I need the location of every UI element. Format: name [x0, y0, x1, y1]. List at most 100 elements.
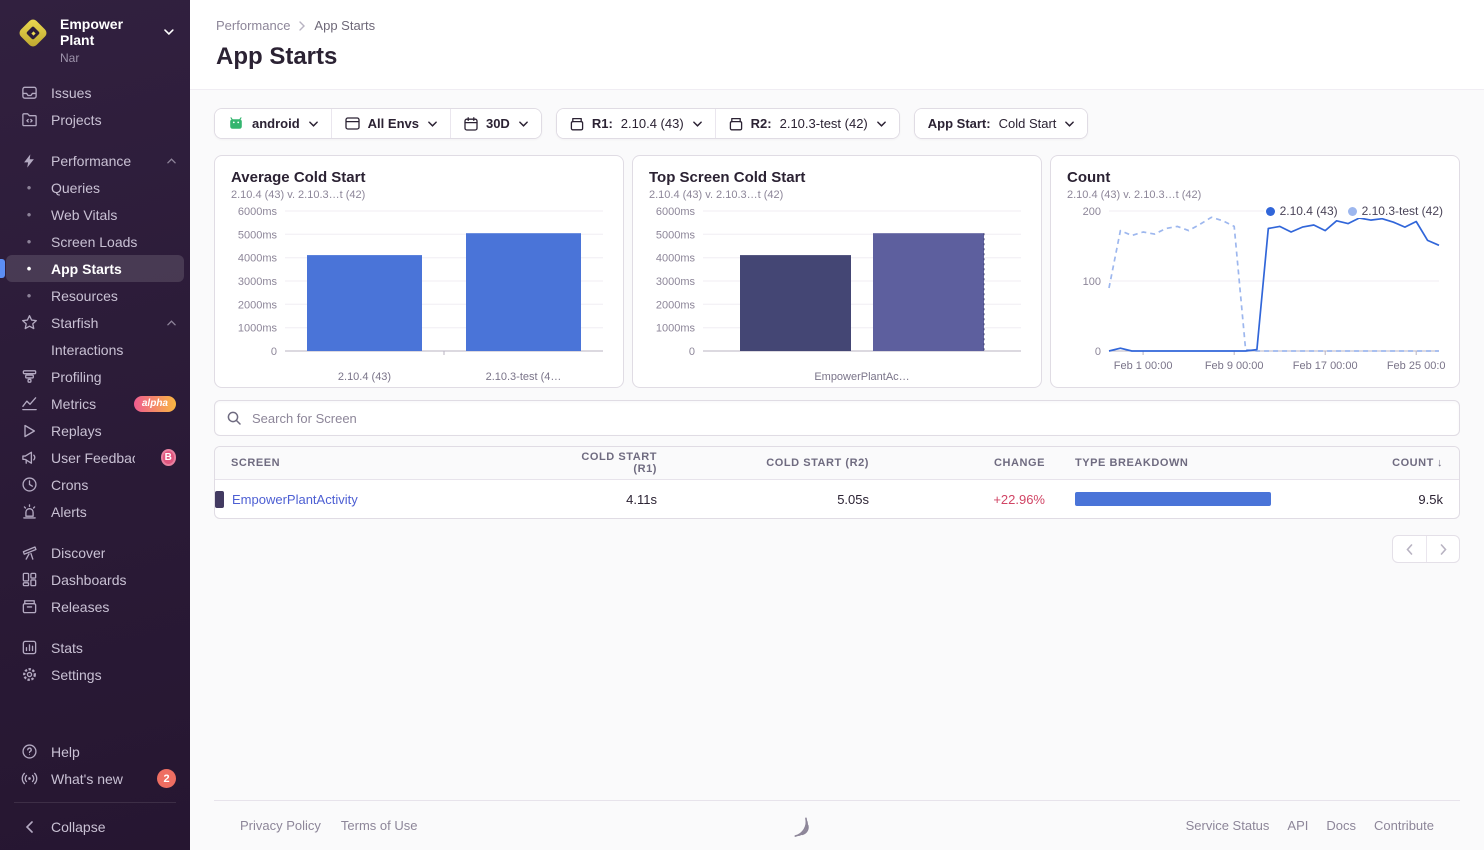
terms-of-use-link[interactable]: Terms of Use	[341, 818, 418, 833]
play-icon	[20, 422, 38, 440]
sidebar-item-label: Crons	[51, 477, 88, 493]
average-cold-start-chart: 6000ms5000ms4000ms3000ms2000ms1000ms02.1…	[231, 203, 607, 388]
breadcrumb-performance[interactable]: Performance	[216, 18, 290, 33]
sidebar-item-replays[interactable]: Replays	[6, 417, 184, 444]
release-1-label: R1:	[592, 116, 613, 131]
sidebar-item-label: Collapse	[51, 819, 105, 835]
svg-text:6000ms: 6000ms	[238, 206, 278, 218]
sidebar-item-stats[interactable]: Stats	[6, 634, 184, 661]
svg-text:200: 200	[1083, 206, 1101, 218]
sidebar-item-screen-loads[interactable]: • Screen Loads	[6, 228, 184, 255]
count-chart: 2001000Feb 1 00:00Feb 9 00:00Feb 17 00:0…	[1067, 203, 1443, 388]
count-card: Count 2.10.4 (43) v. 2.10.3…t (42) 2.10.…	[1050, 155, 1460, 388]
legend-item-r1[interactable]: 2.10.4 (43)	[1266, 204, 1338, 218]
bullet-icon: •	[20, 207, 38, 222]
app-start-type-filter[interactable]: App Start: Cold Start	[915, 109, 1088, 138]
table-row[interactable]: EmpowerPlantActivity 4.11s 5.05s +22.96%…	[215, 480, 1459, 518]
column-header-type-breakdown[interactable]: TYPE BREAKDOWN	[1045, 457, 1305, 469]
api-link[interactable]: API	[1287, 818, 1308, 833]
android-icon	[228, 117, 244, 130]
pagination	[214, 535, 1460, 563]
siren-icon	[20, 503, 38, 521]
sidebar-item-app-starts[interactable]: • App Starts	[6, 255, 184, 282]
sidebar-item-label: Projects	[51, 112, 102, 128]
previous-page-button[interactable]	[1393, 536, 1426, 562]
profiling-icon	[20, 368, 38, 386]
project-filter-value: android	[252, 116, 300, 131]
release-2-value: 2.10.3-test (42)	[780, 116, 868, 131]
page-filter-group: android All Envs 30D	[214, 108, 542, 139]
chevron-down-icon	[1065, 121, 1074, 127]
chart-subtitle: 2.10.4 (43) v. 2.10.3…t (42)	[649, 188, 1025, 202]
legend-dot-secondary	[1348, 207, 1357, 216]
column-header-change[interactable]: CHANGE	[869, 457, 1045, 469]
date-range-filter[interactable]: 30D	[451, 109, 541, 138]
release-1-filter[interactable]: R1: 2.10.4 (43)	[557, 109, 716, 138]
sidebar-item-settings[interactable]: Settings	[6, 661, 184, 688]
sidebar-item-whats-new[interactable]: What's new 2	[6, 765, 184, 792]
stats-icon	[20, 639, 38, 657]
sidebar-item-discover[interactable]: Discover	[6, 539, 184, 566]
cold-start-r1-value: 4.11s	[567, 492, 657, 507]
chevron-down-icon	[428, 121, 437, 127]
screen-chip-icon	[215, 491, 224, 508]
environment-filter[interactable]: All Envs	[332, 109, 451, 138]
sidebar-item-queries[interactable]: • Queries	[6, 174, 184, 201]
sidebar-item-issues[interactable]: Issues	[6, 79, 184, 106]
sidebar-item-dashboards[interactable]: Dashboards	[6, 566, 184, 593]
column-header-screen[interactable]: SCREEN	[215, 457, 567, 469]
contribute-link[interactable]: Contribute	[1374, 818, 1434, 833]
gear-icon	[20, 666, 38, 684]
next-page-button[interactable]	[1426, 536, 1459, 562]
screen-link[interactable]: EmpowerPlantActivity	[232, 492, 358, 507]
legend-item-r2[interactable]: 2.10.3-test (42)	[1348, 204, 1443, 218]
service-status-link[interactable]: Service Status	[1186, 818, 1270, 833]
svg-text:0: 0	[1095, 346, 1101, 358]
sidebar-item-releases[interactable]: Releases	[6, 593, 184, 620]
sidebar-item-profiling[interactable]: Profiling	[6, 363, 184, 390]
sidebar-item-resources[interactable]: • Resources	[6, 282, 184, 309]
org-switcher[interactable]: Empower Plant Nar	[0, 12, 190, 65]
org-name: Empower Plant	[60, 16, 159, 48]
privacy-policy-link[interactable]: Privacy Policy	[240, 818, 321, 833]
svg-text:2000ms: 2000ms	[656, 299, 696, 311]
breadcrumb: Performance App Starts	[216, 18, 1458, 33]
chevron-up-icon	[167, 158, 176, 164]
svg-text:Feb 25 00:0: Feb 25 00:0	[1387, 360, 1445, 372]
chevron-down-icon	[164, 29, 174, 35]
chevron-down-icon	[877, 121, 886, 127]
sidebar-item-performance[interactable]: Performance	[6, 147, 184, 174]
sidebar-item-starfish[interactable]: Starfish	[6, 309, 184, 336]
cold-start-r2-value: 5.05s	[657, 492, 869, 507]
chart-title: Count	[1067, 168, 1443, 187]
environment-filter-value: All Envs	[368, 116, 419, 131]
sidebar-item-user-feedback[interactable]: User Feedback B	[6, 444, 184, 471]
docs-link[interactable]: Docs	[1326, 818, 1356, 833]
search-input[interactable]	[250, 410, 1447, 427]
type-breakdown-bar	[1075, 492, 1271, 506]
sidebar-item-alerts[interactable]: Alerts	[6, 498, 184, 525]
sidebar-bottom: Help What's new 2 Collapse	[0, 738, 190, 850]
window-icon	[345, 117, 360, 130]
project-filter[interactable]: android	[215, 109, 332, 138]
svg-text:Feb 9 00:00: Feb 9 00:00	[1205, 360, 1264, 372]
sidebar-item-web-vitals[interactable]: • Web Vitals	[6, 201, 184, 228]
column-header-cold-start-r2[interactable]: COLD START (R2)	[657, 457, 869, 469]
sidebar-item-help[interactable]: Help	[6, 738, 184, 765]
divider	[14, 802, 176, 803]
sidebar-item-projects[interactable]: Projects	[6, 106, 184, 133]
main-content: Performance App Starts App Starts androi…	[190, 0, 1484, 850]
column-header-cold-start-r1[interactable]: COLD START (R1)	[567, 451, 657, 475]
sidebar-item-label: Interactions	[51, 342, 123, 358]
legend-dot-primary	[1266, 207, 1275, 216]
release-2-filter[interactable]: R2: 2.10.3-test (42)	[716, 109, 899, 138]
whats-new-count-badge: 2	[157, 769, 176, 788]
sidebar-item-label: Issues	[51, 85, 91, 101]
chevron-down-icon	[309, 121, 318, 127]
page-header: Performance App Starts App Starts	[190, 0, 1484, 90]
column-header-count[interactable]: COUNT↓	[1305, 457, 1459, 469]
sidebar-item-metrics[interactable]: Metrics alpha	[6, 390, 184, 417]
sidebar-item-crons[interactable]: Crons	[6, 471, 184, 498]
sidebar-item-interactions[interactable]: Interactions	[6, 336, 184, 363]
sidebar-collapse-button[interactable]: Collapse	[6, 813, 184, 840]
